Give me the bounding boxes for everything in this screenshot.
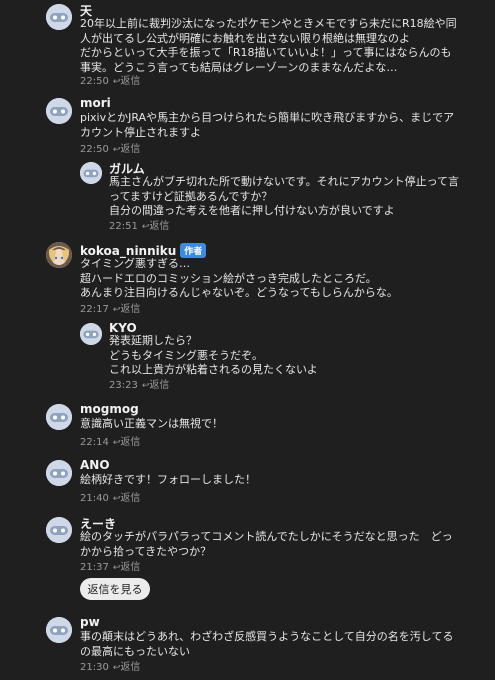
avatar[interactable] bbox=[46, 242, 72, 268]
comment-line: ってますけど証拠あるんですか？ bbox=[109, 189, 273, 203]
comment-text: pixivとかJRAや馬主から目つけられたら簡単に吹き飛びますから、まじでア カウ… bbox=[80, 111, 454, 140]
timestamp: 22:50 bbox=[80, 144, 109, 155]
comment-author[interactable]: ANO bbox=[80, 458, 110, 472]
comment-meta: 21:40 ↩返信 bbox=[80, 489, 140, 504]
comment-text: 20年以上前に裁判沙汰になったポケモンやときメモですら未だにR18絵や同 人が出て… bbox=[80, 17, 457, 75]
author-name[interactable]: KYO bbox=[109, 321, 137, 335]
author-name[interactable]: 天 bbox=[80, 4, 92, 18]
comment-line: 意識高い正義マンは無視で！ bbox=[80, 417, 223, 430]
comment-text: 絵のタッチがパラパラってコメント読んでたしかにそうだなと思った どっ かから拾って… bbox=[80, 530, 453, 559]
avatar[interactable] bbox=[46, 460, 72, 486]
author-name[interactable]: pw bbox=[80, 615, 100, 629]
author-badge: 作者 bbox=[180, 243, 207, 258]
reply-button[interactable]: 返信 bbox=[120, 562, 140, 573]
comment-text: 絵柄好きです！フォローしました！ bbox=[80, 473, 256, 488]
timestamp: 22:14 bbox=[80, 437, 109, 448]
timestamp: 22:17 bbox=[80, 304, 109, 315]
avatar[interactable] bbox=[80, 162, 102, 184]
see-replies-button[interactable]: 返信を見る bbox=[80, 578, 150, 600]
comment-text: タイミング悪すぎる… 超ハードエロのコミッション絵がさっき完成したところだ。 あんま… bbox=[80, 257, 398, 301]
comment-author[interactable]: pw bbox=[80, 615, 100, 629]
author-name[interactable]: えーき bbox=[80, 517, 116, 531]
comment-meta: 21:30 ↩返信 bbox=[80, 658, 140, 673]
timestamp: 21:40 bbox=[80, 493, 109, 504]
reply-button[interactable]: 返信 bbox=[149, 221, 169, 232]
comment-line: かから拾ってきたやつか？ bbox=[80, 544, 212, 558]
reply-button[interactable]: 返信 bbox=[149, 380, 169, 391]
comment-line: 絵のタッチがパラパラってコメント読んでたしかにそうだなと思った どっ bbox=[80, 530, 453, 543]
reply-button[interactable]: 返信 bbox=[120, 493, 140, 504]
avatar[interactable] bbox=[46, 517, 72, 543]
comment-meta: 22:50 ↩返信 bbox=[80, 72, 140, 87]
avatar[interactable] bbox=[46, 404, 72, 430]
comment-line: あんまり注目向けるんじゃないぞ。どうなってもしらんからな。 bbox=[80, 286, 398, 299]
timestamp: 22:50 bbox=[80, 76, 109, 87]
comment-line: 発表延期したら？ bbox=[109, 334, 197, 347]
comment-author[interactable]: KYO bbox=[109, 321, 137, 335]
author-name[interactable]: ガルム bbox=[109, 162, 145, 176]
comment-line: 事の顛末はどうあれ、わざわざ反感買うようなことして自分の名を汚してる bbox=[80, 630, 454, 643]
reply-button[interactable]: 返信 bbox=[120, 144, 140, 155]
avatar[interactable] bbox=[80, 323, 102, 345]
author-name[interactable]: ANO bbox=[80, 458, 110, 472]
author-name[interactable]: kokoa_ninniku bbox=[80, 244, 176, 258]
comment-meta: 23:23 ↩返信 bbox=[109, 376, 169, 391]
comment-text: 事の顛末はどうあれ、わざわざ反感買うようなことして自分の名を汚してる の最高にもっ… bbox=[80, 630, 453, 659]
comment-meta: 22:17 ↩返信 bbox=[80, 300, 140, 315]
timestamp: 22:51 bbox=[109, 221, 138, 232]
author-name[interactable]: mori bbox=[80, 96, 111, 110]
comment-meta: 22:51 ↩返信 bbox=[109, 217, 169, 232]
comment-line: pixivとかJRAや馬主から目つけられたら簡単に吹き飛びますから、まじでア bbox=[80, 111, 455, 124]
comment-line: カウント停止されますよ bbox=[80, 125, 201, 139]
comment-author[interactable]: mogmog bbox=[80, 402, 139, 416]
comment-text: 発表延期したら？ どうもタイミング悪そうだぞ。 これ以上貴方が粘着されるの見たくない… bbox=[109, 334, 318, 378]
comment-line: 絵柄好きです！フォローしました！ bbox=[80, 473, 256, 486]
comment-line: 人が出てるし公式が明確にお触れを出さない限り根絶は無理なのよ bbox=[80, 31, 410, 45]
comment-feed: 天 20年以上前に裁判沙汰になったポケモンやときメモですら未だにR18絵や同 人が出… bbox=[0, 0, 495, 680]
timestamp: 23:23 bbox=[109, 380, 138, 391]
timestamp: 21:30 bbox=[80, 662, 109, 673]
comment-text: 馬主さんがブチ切れた所で動けないです。それにアカウント停止って言 ってますけど証拠… bbox=[109, 175, 459, 219]
comment-text: 意識高い正義マンは無視で！ bbox=[80, 417, 223, 432]
comment-line: 超ハードエロのコミッション絵がさっき完成したところだ。 bbox=[80, 271, 377, 285]
comment-line: だからといって大手を振って「R18描いていいよ！」って事にはならんのも bbox=[80, 46, 452, 59]
reply-button[interactable]: 返信 bbox=[120, 304, 140, 315]
comment-meta: 22:50 ↩返信 bbox=[80, 140, 140, 155]
comment-line: 20年以上前に裁判沙汰になったポケモンやときメモですら未だにR18絵や同 bbox=[80, 17, 457, 30]
comment-line: 馬主さんがブチ切れた所で動けないです。それにアカウント停止って言 bbox=[109, 175, 460, 188]
comment-line: タイミング悪すぎる… bbox=[80, 257, 190, 270]
comment-author[interactable]: kokoa_ninniku 作者 bbox=[80, 243, 207, 258]
comment-author[interactable]: mori bbox=[80, 96, 111, 110]
comment-meta: 22:14 ↩返信 bbox=[80, 433, 140, 448]
reply-button[interactable]: 返信 bbox=[120, 437, 140, 448]
author-name[interactable]: mogmog bbox=[80, 402, 139, 416]
avatar[interactable] bbox=[46, 617, 72, 643]
comment-line: の最高にもったいない bbox=[80, 644, 190, 658]
reply-button[interactable]: 返信 bbox=[120, 662, 140, 673]
comment-meta: 21:37 ↩返信 bbox=[80, 558, 140, 573]
avatar[interactable] bbox=[46, 4, 72, 30]
avatar[interactable] bbox=[46, 98, 72, 124]
timestamp: 21:37 bbox=[80, 562, 109, 573]
reply-button[interactable]: 返信 bbox=[120, 76, 140, 87]
comment-line: どうもタイミング悪そうだぞ。 bbox=[109, 348, 263, 362]
